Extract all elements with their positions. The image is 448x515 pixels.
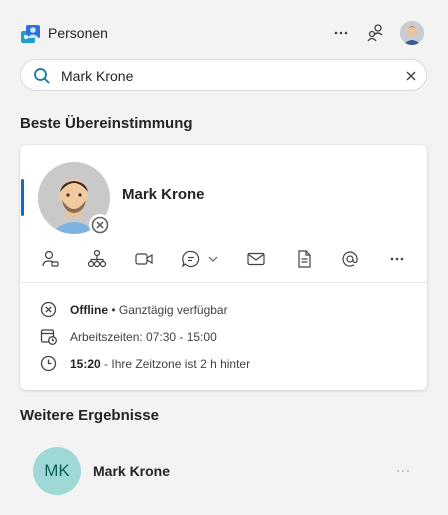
availability-text: • Ganztägig verfügbar xyxy=(108,303,228,317)
local-time: 15:20 xyxy=(70,357,101,371)
presence-status: Offline xyxy=(70,303,108,317)
selection-indicator xyxy=(21,179,24,216)
divider xyxy=(20,282,427,283)
person-card: Mark Krone Offline • Ganztägig verfügbar… xyxy=(20,145,427,390)
profile-avatar[interactable] xyxy=(400,21,424,45)
document-icon[interactable] xyxy=(294,249,314,269)
initials-avatar: MK xyxy=(33,447,81,495)
offline-status-icon xyxy=(89,214,111,236)
people-app-icon xyxy=(20,23,42,45)
more-results-heading: Weitere Ergebnisse xyxy=(20,407,159,424)
header: Personen xyxy=(0,0,448,64)
org-chart-icon[interactable] xyxy=(87,249,107,269)
action-bar xyxy=(20,245,427,273)
work-hours-text: Arbeitszeiten: 07:30 - 15:00 xyxy=(70,330,217,344)
mail-icon[interactable] xyxy=(246,249,266,269)
clock-icon xyxy=(40,355,57,372)
chat-icon[interactable] xyxy=(181,249,201,269)
result-name: Mark Krone xyxy=(93,463,171,479)
org-explorer-icon[interactable] xyxy=(365,22,387,44)
more-options-icon[interactable] xyxy=(394,463,412,479)
video-call-icon[interactable] xyxy=(134,249,154,269)
mention-icon[interactable] xyxy=(340,249,360,269)
offline-icon xyxy=(40,301,57,318)
more-actions-icon[interactable] xyxy=(387,249,407,269)
more-options-icon[interactable] xyxy=(330,22,352,44)
presence-row: Offline • Ganztägig verfügbar xyxy=(40,301,410,319)
search-box[interactable] xyxy=(20,59,427,91)
work-hours-row: Arbeitszeiten: 07:30 - 15:00 xyxy=(40,328,410,346)
app-title: Personen xyxy=(48,25,108,41)
contact-card-icon[interactable] xyxy=(40,249,60,269)
search-input[interactable] xyxy=(61,66,391,86)
clear-search-icon[interactable] xyxy=(403,68,419,84)
timezone-text: - Ihre Zeitzone ist 2 h hinter xyxy=(100,357,251,371)
person-name[interactable]: Mark Krone xyxy=(122,186,205,203)
chat-dropdown-chevron-icon[interactable] xyxy=(206,249,220,269)
local-time-row: 15:20 - Ihre Zeitzone ist 2 h hinter xyxy=(40,355,410,373)
calendar-clock-icon xyxy=(40,328,57,345)
best-match-heading: Beste Übereinstimmung xyxy=(20,115,193,132)
list-item[interactable]: MK Mark Krone xyxy=(20,441,427,501)
search-icon xyxy=(33,67,51,85)
